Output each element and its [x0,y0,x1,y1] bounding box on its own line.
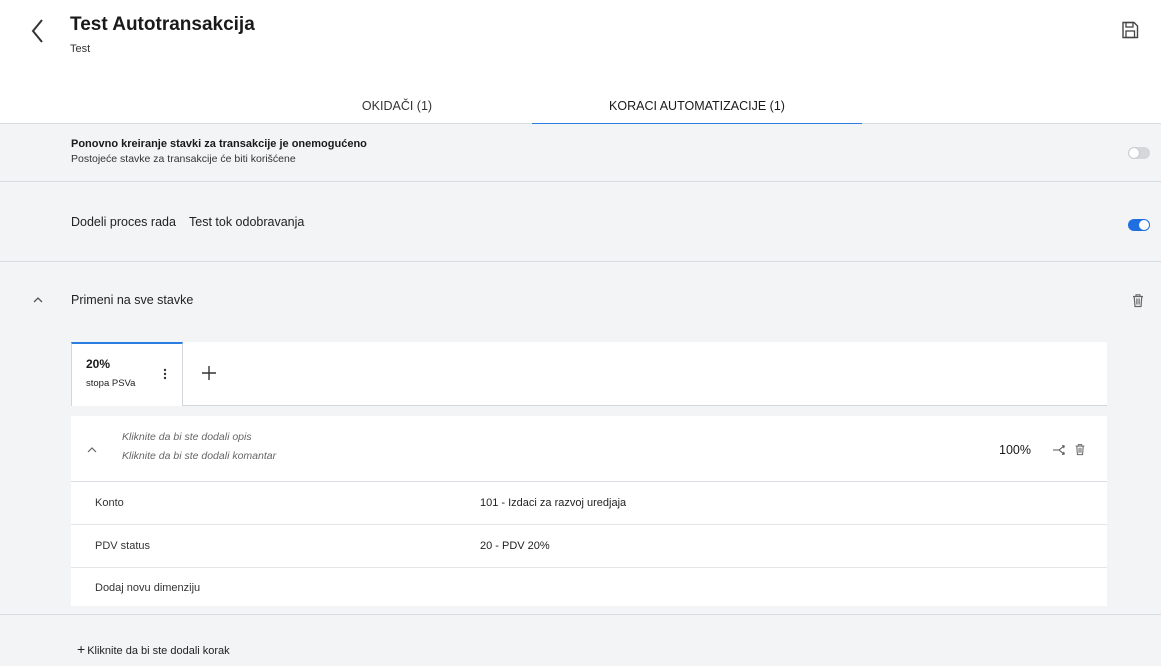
rate-name: stopa PSVa [86,378,136,389]
split-icon [1052,443,1066,457]
recreate-items-toggle[interactable] [1128,147,1150,159]
dimension-key: PDV status [95,540,151,552]
step-header: Kliknite da bi ste dodali opis Kliknite … [71,416,1107,482]
rate-tab[interactable]: 20% stopa PSVa [71,342,183,406]
step-comment-input[interactable]: Kliknite da bi ste dodali komantar [122,450,276,462]
divider [0,614,1161,615]
tab-triggers[interactable]: OKIDAČI (1) [262,88,532,124]
add-step-label: Kliknite da bi ste dodali korak [87,645,230,657]
workflow-toggle[interactable] [1128,219,1150,231]
add-rate-button[interactable] [198,362,220,384]
section-title: Primeni na sve stavke [71,293,194,307]
delete-section-button[interactable] [1131,293,1145,308]
step-percent: 100% [999,443,1031,457]
plus-icon: + [77,641,86,657]
dimension-row[interactable]: Konto 101 - Izdaci za razvoj uredjaja [71,482,1107,525]
rate-value: 20% [86,357,111,371]
rate-menu-button[interactable] [160,366,170,382]
rate-tabs-card: 20% stopa PSVa [71,342,1107,406]
tab-triggers-label: OKIDAČI (1) [361,99,433,113]
save-button[interactable] [1120,20,1140,40]
workflow-row: Dodeli proces rada Test tok odobravanja [0,182,1161,262]
toggle-knob [1129,148,1139,158]
content-area: Ponovno kreiranje stavki za transakcije … [0,124,1161,666]
tab-bar: OKIDAČI (1) KORACI AUTOMATIZACIJE (1) [262,88,862,125]
floppy-disk-icon [1120,20,1140,40]
page-subtitle: Test [70,43,91,55]
tab-automation-steps[interactable]: KORACI AUTOMATIZACIJE (1) [532,88,862,125]
dimension-value: 20 - PDV 20% [480,540,550,552]
step-description-input[interactable]: Kliknite da bi ste dodali opis [122,431,252,443]
workflow-value: Test tok odobravanja [189,215,305,229]
dimension-value: 101 - Izdaci za razvoj uredjaja [480,497,627,509]
dimension-key: Konto [95,497,124,509]
workflow-label: Dodeli proces rada [71,215,176,229]
recreate-items-title: Ponovno kreiranje stavki za transakcije … [71,138,367,150]
dimension-row[interactable]: PDV status 20 - PDV 20% [71,525,1107,568]
trash-icon [1074,442,1086,457]
add-dimension-link[interactable]: Dodaj novu dimenziju [95,582,200,594]
recreate-items-subtitle: Postojeće stavke za transakcije će biti … [71,153,296,165]
page-title: Test Autotransakcija [70,14,255,35]
step-collapse-button[interactable] [85,443,99,457]
page-header: Test Autotransakcija Test OKIDAČI (1) KO… [0,0,1161,125]
add-step-button[interactable]: + Kliknite da bi ste dodali korak [77,641,230,657]
tab-automation-steps-label: KORACI AUTOMATIZACIJE (1) [609,99,785,113]
chevron-left-icon [26,16,50,46]
automation-step-card: Kliknite da bi ste dodali opis Kliknite … [71,416,1107,606]
add-dimension-row: Dodaj novu dimenziju [71,568,1107,606]
back-button[interactable] [26,16,50,46]
section-collapse-button[interactable] [30,292,46,308]
delete-step-button[interactable] [1074,442,1086,457]
chevron-up-icon [85,443,99,457]
toggle-knob [1139,220,1149,230]
chevron-up-icon [30,292,46,308]
plus-icon [198,362,220,384]
more-vertical-icon [160,366,170,382]
trash-icon [1131,293,1145,308]
split-step-button[interactable] [1052,443,1066,457]
recreate-items-row: Ponovno kreiranje stavki za transakcije … [0,124,1161,182]
